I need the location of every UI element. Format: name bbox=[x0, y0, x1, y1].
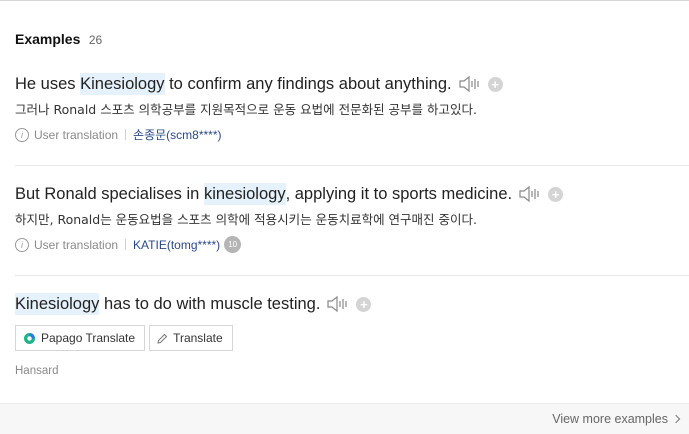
separator bbox=[125, 239, 127, 250]
translation-meta: i User translation KATIE(tomg****) 10 bbox=[15, 236, 689, 253]
example-item: He uses Kinesiology to confirm any findi… bbox=[15, 73, 689, 143]
sentence-text: But Ronald specialises in bbox=[15, 185, 204, 203]
sentence-text: has to do with muscle testing. bbox=[99, 295, 321, 313]
papago-translate-button[interactable]: Papago Translate bbox=[15, 325, 146, 351]
user-level-badge: 10 bbox=[224, 236, 242, 253]
examples-header: Examples 26 bbox=[15, 31, 102, 49]
examples-footer: View more examples bbox=[0, 403, 689, 434]
user-link[interactable]: 손종문(scm8****) bbox=[133, 126, 221, 143]
highlighted-term: kinesiology bbox=[203, 183, 286, 205]
separator bbox=[125, 129, 127, 140]
sentence-text: , applying it to sports medicine. bbox=[285, 185, 513, 203]
translate-button[interactable]: Translate bbox=[149, 325, 233, 351]
papago-translate-label: Papago Translate bbox=[41, 331, 136, 345]
info-icon[interactable]: i bbox=[15, 127, 29, 142]
view-more-label: View more examples bbox=[552, 412, 668, 426]
translation-meta: i User translation 손종문(scm8****) bbox=[15, 126, 689, 143]
example-sentence: He uses Kinesiology to confirm any findi… bbox=[15, 73, 689, 95]
highlighted-term: Kinesiology bbox=[15, 293, 100, 315]
pencil-icon bbox=[157, 333, 168, 344]
sentence-text: to confirm any findings about anything. bbox=[164, 75, 452, 93]
speaker-icon[interactable] bbox=[518, 185, 540, 203]
papago-icon bbox=[23, 332, 36, 345]
translate-buttons: Papago Translate Translate bbox=[15, 325, 689, 351]
translate-label: Translate bbox=[173, 331, 223, 345]
info-icon[interactable]: i bbox=[15, 237, 29, 252]
sentence-text: He uses bbox=[15, 75, 81, 93]
view-more-link[interactable]: View more examples bbox=[552, 412, 681, 426]
divider bbox=[15, 275, 689, 276]
add-icon[interactable]: + bbox=[548, 186, 564, 202]
example-sentence: Kinesiology has to do with muscle testin… bbox=[15, 293, 689, 315]
speaker-icon[interactable] bbox=[326, 295, 348, 313]
source-label: User translation bbox=[34, 127, 119, 142]
example-item: Kinesiology has to do with muscle testin… bbox=[15, 293, 689, 377]
source-label: User translation bbox=[34, 237, 119, 252]
example-sentence: But Ronald specialises in kinesiology , … bbox=[15, 183, 689, 205]
example-item: But Ronald specialises in kinesiology , … bbox=[15, 183, 689, 253]
highlighted-term: Kinesiology bbox=[80, 73, 165, 95]
example-source: Hansard bbox=[15, 365, 59, 377]
add-icon[interactable]: + bbox=[487, 76, 503, 92]
example-translation: 그러나 Ronald 스포츠 의학공부를 지원목적으로 운동 요법에 전문화된 … bbox=[15, 102, 477, 117]
examples-count: 26 bbox=[88, 33, 103, 47]
chevron-right-icon bbox=[671, 414, 681, 424]
user-link[interactable]: KATIE(tomg****) bbox=[133, 238, 220, 252]
add-icon[interactable]: + bbox=[356, 296, 372, 312]
divider bbox=[15, 165, 689, 166]
example-translation: 하지만, Ronald는 운동요법을 스포츠 의학에 적용시키는 운동치료학에 … bbox=[15, 212, 477, 227]
examples-title: Examples bbox=[15, 31, 81, 47]
top-border bbox=[0, 0, 689, 1]
speaker-icon[interactable] bbox=[458, 75, 480, 93]
